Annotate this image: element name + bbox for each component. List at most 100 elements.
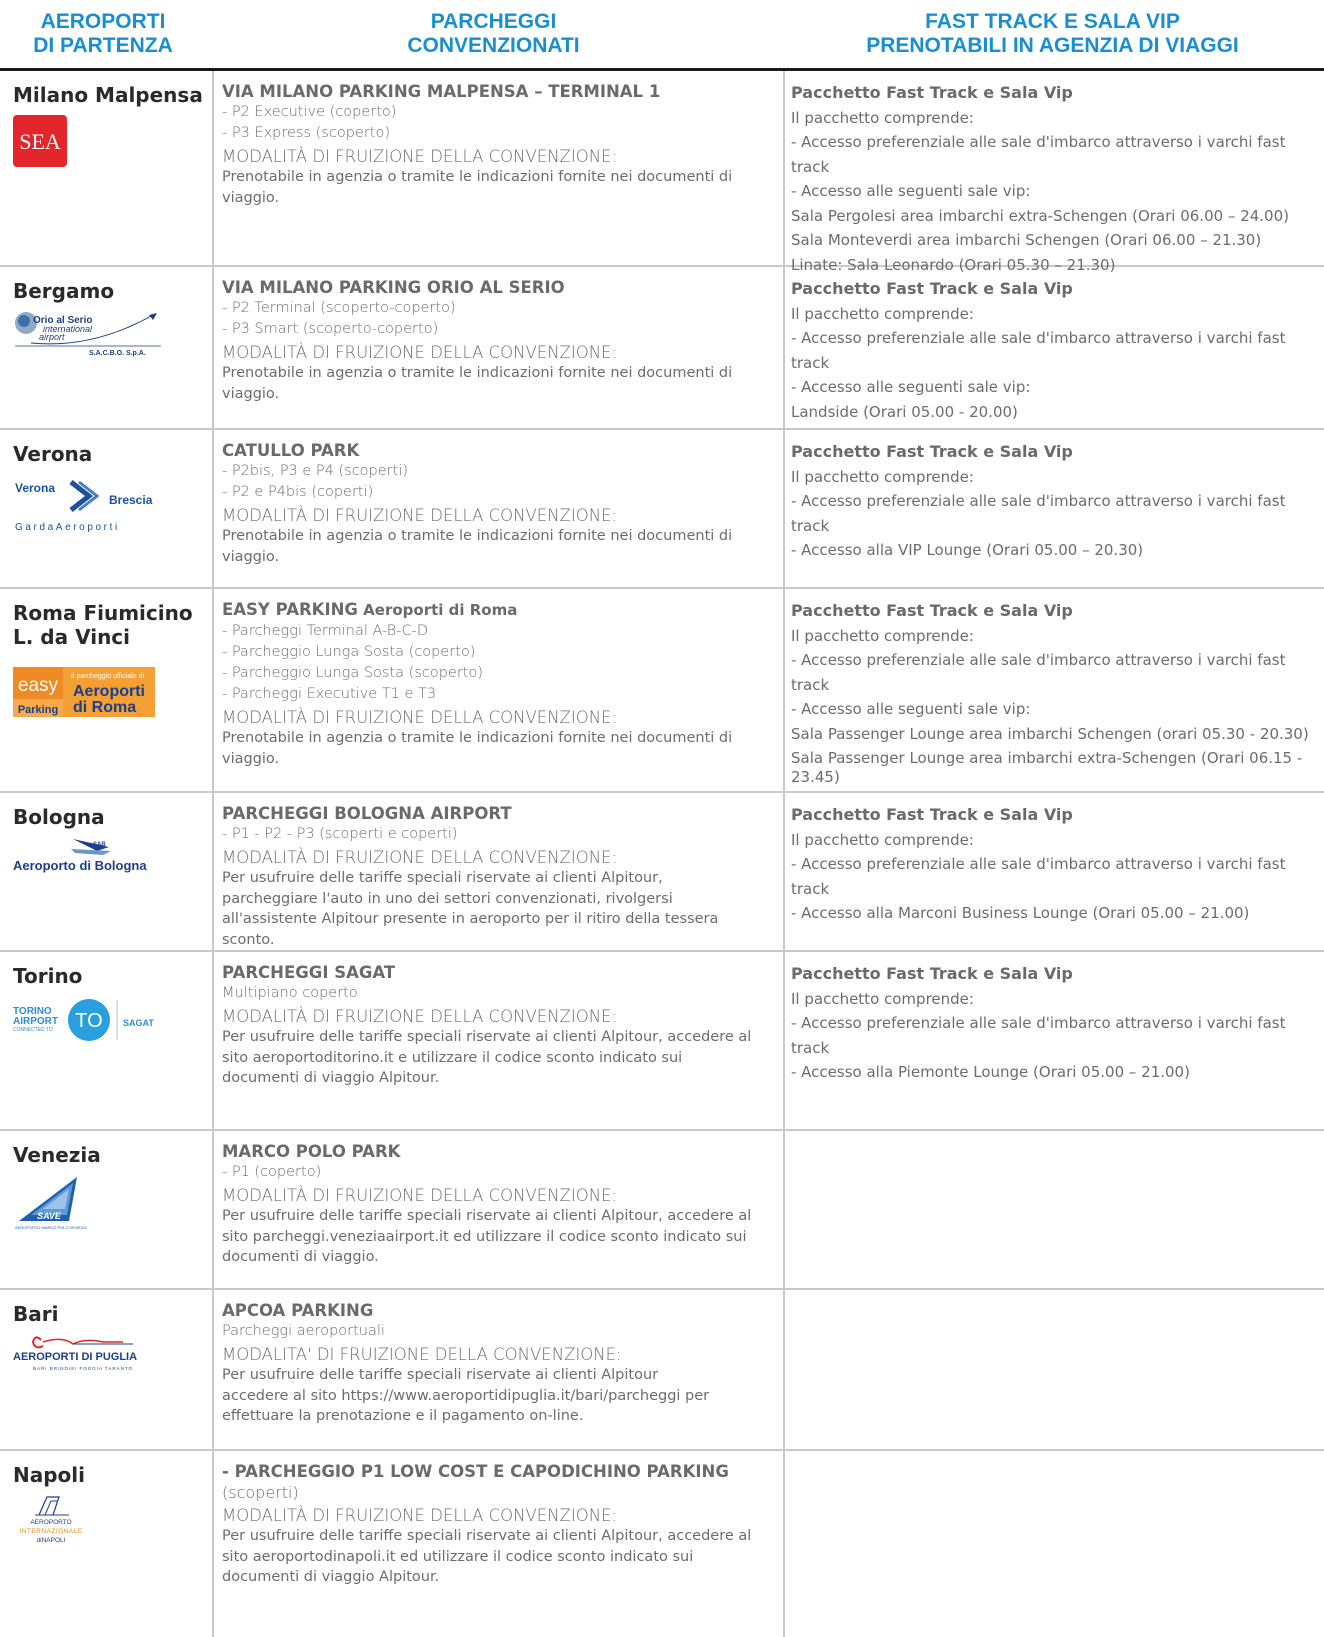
airport-name: Verona: [13, 442, 93, 466]
table-row: Bologna SAB Aeroporto di Bologna PARCHEG…: [0, 793, 1324, 952]
parking-cell: VIA MILANO PARKING MALPENSA – TERMINAL 1…: [212, 71, 783, 265]
vip-line: - Accesso alle seguenti sale vip:: [791, 700, 1031, 718]
vip-line: Sala Passenger Lounge area imbarchi Sche…: [791, 724, 1309, 743]
header-parking: PARCHEGGI CONVENZIONATI: [206, 10, 781, 58]
vip-line: Il pacchetto comprende:: [791, 108, 974, 127]
parking-description: Prenotabile in agenzia o tramite le indi…: [222, 730, 733, 767]
svg-text:easy: easy: [18, 675, 59, 696]
svg-text:SEA: SEA: [19, 129, 61, 154]
svg-text:AEROPORTO MARCO POLO VENEZIA: AEROPORTO MARCO POLO VENEZIA: [15, 1225, 87, 1230]
airport-name: Torino: [13, 964, 83, 988]
vip-line: - Accesso preferenziale alle sale d'imba…: [791, 133, 1286, 176]
airport-name: Bergamo: [13, 279, 115, 303]
parking-cell: EASY PARKING Aeroporti di Roma - Parcheg…: [212, 589, 783, 791]
vip-line: - Accesso alla Piemonte Lounge (Orari 05…: [791, 1063, 1190, 1081]
vip-line: Il pacchetto comprende:: [791, 626, 974, 645]
vip-line: - Accesso alle seguenti sale vip:: [791, 378, 1031, 396]
airport-cell: Milano Malpensa SEA: [0, 71, 212, 265]
parking-line: - Parcheggi Terminal A-B-C-D: [222, 623, 429, 639]
parking-cell: APCOA PARKING Parcheggi aeroportuali MOD…: [212, 1290, 783, 1449]
vip-package-title: Pacchetto Fast Track e Sala Vip: [791, 805, 1073, 824]
table-row: Milano Malpensa SEA VIA MILANO PARKING M…: [0, 71, 1324, 274]
vip-line: Sala Pergolesi area imbarchi extra-Schen…: [791, 206, 1289, 225]
parking-line: - P1 - P2 - P3 (scoperti e coperti): [222, 826, 458, 842]
torino-airport-logo: TORINO AIRPORT CONNECTED TO TO SAGAT: [13, 996, 212, 1048]
header-line: FAST TRACK E SALA VIP: [925, 10, 1180, 33]
airport-name: Napoli: [13, 1463, 86, 1487]
svg-text:AEROPORTO: AEROPORTO: [30, 1519, 71, 1526]
svg-text:GardaAeroporti: GardaAeroporti: [15, 522, 120, 533]
parking-line: - P1 (coperto): [222, 1164, 322, 1180]
parking-title: - PARCHEGGIO P1 LOW COST E CAPODICHINO P…: [222, 1462, 729, 1481]
vip-line: - Accesso preferenziale alle sale d'imba…: [791, 329, 1286, 372]
parking-line: - Parcheggio Lunga Sosta (scoperto): [222, 665, 484, 681]
vip-line: - Accesso preferenziale alle sale d'imba…: [791, 492, 1286, 535]
parking-line: - P3 Express (scoperto): [222, 125, 391, 141]
svg-text:S.A.C.B.O. S.p.A.: S.A.C.B.O. S.p.A.: [89, 350, 146, 357]
parking-title: EASY PARKING Aeroporti di Roma: [222, 599, 783, 621]
svg-text:Brescia: Brescia: [109, 493, 153, 507]
aeroporto-napoli-logo: AEROPORTO INTERNAZIONALE diNAPOLI: [13, 1491, 212, 1553]
vip-package-title: Pacchetto Fast Track e Sala Vip: [791, 601, 1073, 620]
vip-line: Il pacchetto comprende:: [791, 989, 974, 1008]
header-fast-track: FAST TRACK E SALA VIP PRENOTABILI IN AGE…: [781, 10, 1324, 58]
parking-cell: VIA MILANO PARKING ORIO AL SERIO - P2 Te…: [212, 267, 783, 428]
header-line: PRENOTABILI IN AGENZIA DI VIAGGI: [866, 34, 1239, 57]
header-line: DI PARTENZA: [33, 34, 173, 57]
table-row: Napoli AEROPORTO INTERNAZIONALE diNAPOLI…: [0, 1451, 1324, 1637]
parking-line: Parcheggi aeroportuali: [222, 1323, 385, 1339]
vip-line: Sala Monteverdi area imbarchi Schengen (…: [791, 231, 1262, 249]
parking-line: - P2 e P4bis (coperti): [222, 484, 374, 500]
vip-package-title: Pacchetto Fast Track e Sala Vip: [791, 964, 1073, 983]
parking-title: PARCHEGGI BOLOGNA AIRPORT: [222, 804, 512, 823]
svg-text:Verona: Verona: [15, 481, 55, 495]
airport-cell: Venezia SAVE AEROPORTO MARCO POLO VENEZI…: [0, 1131, 212, 1288]
parking-line: - P3 Smart (scoperto-coperto): [222, 321, 439, 337]
vip-package-title: Pacchetto Fast Track e Sala Vip: [791, 442, 1073, 461]
vip-line: Il pacchetto comprende:: [791, 467, 974, 486]
airport-name-line: Roma Fiumicino: [13, 601, 193, 625]
parking-cell: - PARCHEGGIO P1 LOW COST E CAPODICHINO P…: [212, 1451, 783, 1637]
header-line: CONVENZIONATI: [407, 34, 580, 57]
modalita-label: MODALITÀ DI FRUIZIONE DELLA CONVENZIONE:: [222, 848, 618, 867]
header-departure-airports: AEROPORTI DI PARTENZA: [0, 10, 206, 58]
vip-cell: [783, 1451, 1324, 1637]
parking-cell: MARCO POLO PARK - P1 (coperto) MODALITÀ …: [212, 1131, 783, 1288]
modalita-label: MODALITÀ DI FRUIZIONE DELLA CONVENZIONE:: [222, 343, 618, 362]
parking-title: VIA MILANO PARKING MALPENSA – TERMINAL 1: [222, 82, 661, 101]
vip-cell: [783, 1290, 1324, 1449]
vip-cell: Pacchetto Fast Track e Sala Vip Il pacch…: [783, 793, 1324, 950]
airport-cell: Bergamo Orio al Serio international airp…: [0, 267, 212, 428]
vip-line: - Accesso alla Marconi Business Lounge (…: [791, 904, 1250, 922]
sea-logo: SEA: [13, 115, 212, 171]
vip-line: - Accesso alla VIP Lounge (Orari 05.00 –…: [791, 541, 1144, 559]
vip-cell: Pacchetto Fast Track e Sala Vip Il pacch…: [783, 267, 1324, 428]
parking-line: Multipiano coperto: [222, 985, 358, 1001]
modalita-label: MODALITÀ DI FRUIZIONE DELLA CONVENZIONE:: [222, 506, 618, 525]
parking-title: CATULLO PARK: [222, 441, 360, 460]
garda-aeroporti-logo: Verona Brescia GardaAeroporti: [13, 474, 212, 540]
svg-text:Aeroporti: Aeroporti: [73, 683, 145, 700]
vip-line: Sala Passenger Lounge area imbarchi extr…: [791, 749, 1303, 786]
parking-cell: CATULLO PARK - P2bis, P3 e P4 (scoperti)…: [212, 430, 783, 587]
modalita-label: MODALITA' DI FRUIZIONE DELLA CONVENZIONE…: [222, 1345, 622, 1364]
vip-line: - Accesso preferenziale alle sale d'imba…: [791, 651, 1286, 694]
vip-package-title: Pacchetto Fast Track e Sala Vip: [791, 83, 1073, 102]
svg-text:Aeroporto di Bologna: Aeroporto di Bologna: [13, 858, 147, 873]
airport-name: Bari: [13, 1302, 59, 1326]
svg-text:BARI BRINDISI FOGGIA TARANTO: BARI BRINDISI FOGGIA TARANTO: [33, 1366, 133, 1371]
airport-name: Milano Malpensa: [13, 83, 203, 107]
parking-line: (scoperti): [222, 1483, 299, 1502]
table-header: AEROPORTI DI PARTENZA PARCHEGGI CONVENZI…: [0, 0, 1324, 64]
vip-line: Landside (Orari 05.00 - 20.00): [791, 402, 1018, 421]
parking-description: Prenotabile in agenzia o tramite le indi…: [222, 528, 733, 565]
table-row: Venezia SAVE AEROPORTO MARCO POLO VENEZI…: [0, 1131, 1324, 1290]
parking-title-main: EASY PARKING: [222, 600, 358, 619]
parking-title: MARCO POLO PARK: [222, 1142, 401, 1161]
vip-cell: Pacchetto Fast Track e Sala Vip Il pacch…: [783, 952, 1324, 1129]
modalita-label: MODALITÀ DI FRUIZIONE DELLA CONVENZIONE:: [222, 147, 618, 166]
airport-name: Bologna: [13, 805, 105, 829]
aeroporti-puglia-logo: AEROPORTI DI PUGLIA BARI BRINDISI FOGGIA…: [13, 1330, 212, 1378]
svg-text:SAGAT: SAGAT: [123, 1018, 154, 1028]
table-row: Roma Fiumicino L. da Vinci easy Parking …: [0, 589, 1324, 793]
